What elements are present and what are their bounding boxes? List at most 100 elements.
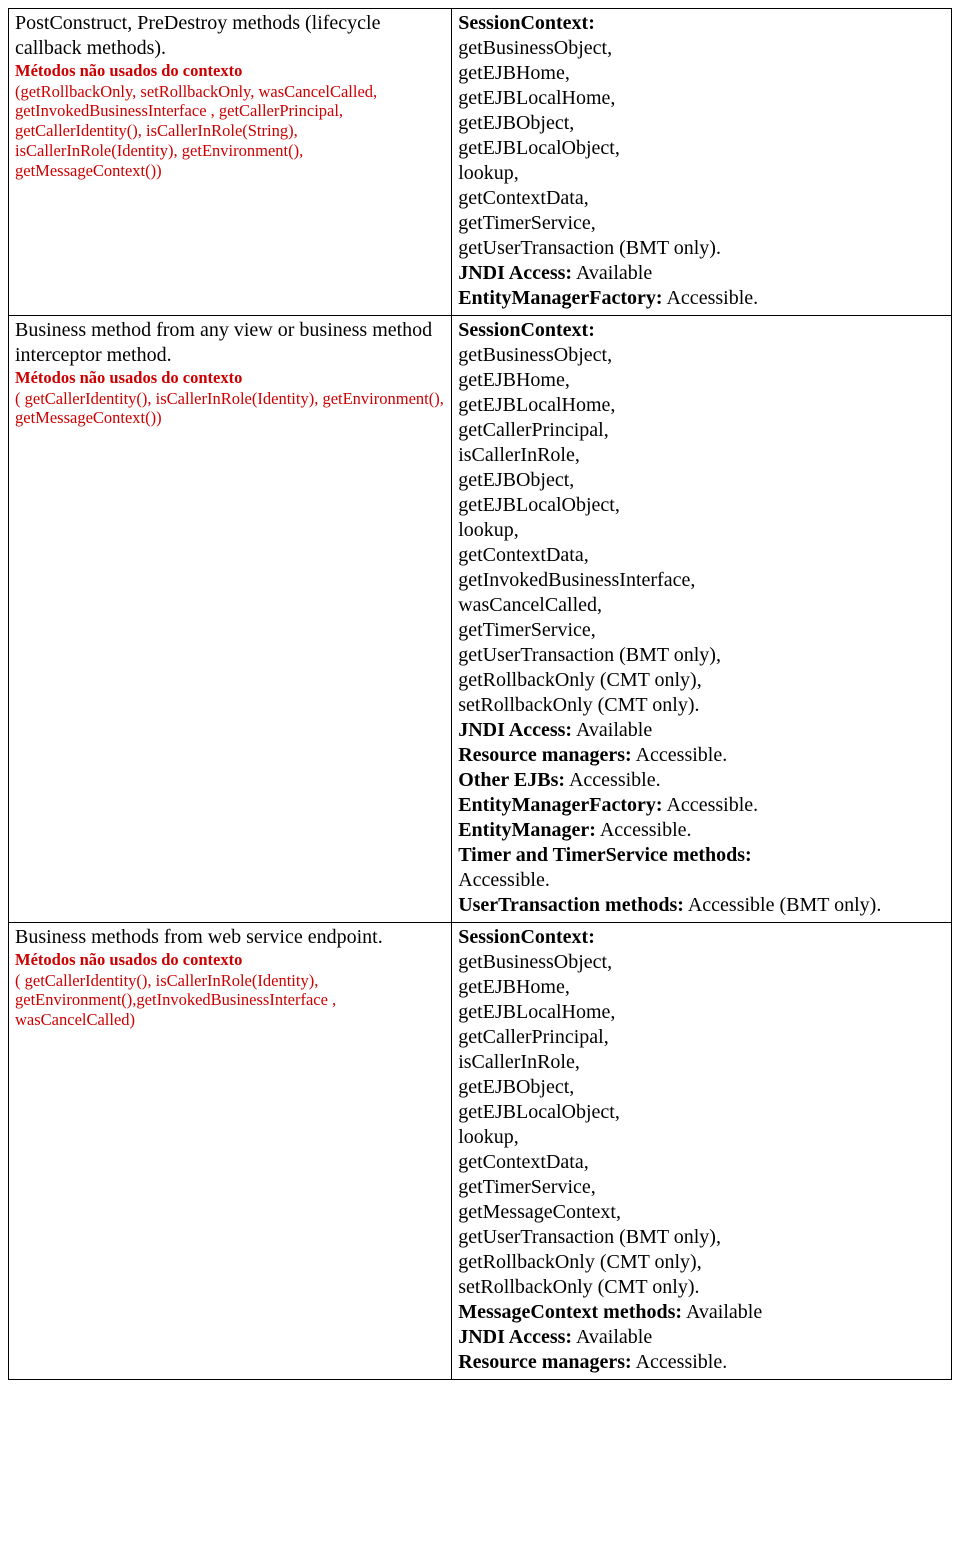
right-cell: SessionContext: getBusinessObject, getEJBH…: [452, 9, 952, 316]
table-row: PostConstruct, PreDestroy methods (lifec…: [9, 9, 952, 316]
right-cell: SessionContext:getBusinessObject,getEJBH…: [452, 316, 952, 923]
right-line-rest: getUserTransaction (BMT only),: [458, 644, 721, 666]
right-line-rest: lookup,: [458, 162, 519, 184]
red-title: Métodos não usados do contexto: [15, 950, 445, 971]
right-line-bold: Resource managers:: [458, 744, 631, 766]
red-body: (getRollbackOnly, setRollbackOnly, wasCa…: [15, 82, 445, 181]
right-line: getTimerService,: [458, 618, 945, 643]
right-line-rest: getRollbackOnly (CMT only),: [458, 669, 702, 691]
right-line-rest: getTimerService,: [458, 1176, 596, 1198]
right-line: EntityManager: Accessible.: [458, 818, 945, 843]
main-text: PostConstruct, PreDestroy methods (lifec…: [15, 11, 445, 61]
right-line: getEJBObject,: [458, 111, 945, 136]
right-line: getEJBLocalHome,: [458, 1000, 945, 1025]
right-line-rest: getEJBHome,: [458, 976, 570, 998]
right-line: SessionContext:: [458, 925, 945, 950]
right-line-rest: getEJBLocalObject,: [458, 1101, 620, 1123]
right-line-rest: Accessible.: [632, 744, 728, 766]
right-line-rest: Available: [572, 262, 652, 284]
right-line-bold: Resource managers:: [458, 1351, 631, 1373]
right-line-bold: JNDI Access:: [458, 1326, 572, 1348]
right-line: JNDI Access: Available: [458, 1325, 945, 1350]
right-line: JNDI Access: Available: [458, 718, 945, 743]
right-line-bold: EntityManagerFactory:: [458, 287, 662, 309]
right-line: UserTransaction methods: Accessible (BMT…: [458, 893, 945, 918]
main-text: Business method from any view or busines…: [15, 318, 445, 368]
right-line: getMessageContext,: [458, 1200, 945, 1225]
right-line-rest: getEJBLocalHome,: [458, 87, 615, 109]
right-line: isCallerInRole,: [458, 443, 945, 468]
right-line-rest: setRollbackOnly (CMT only).: [458, 694, 699, 716]
table-row: Business method from any view or busines…: [9, 316, 952, 923]
right-line: lookup,: [458, 1125, 945, 1150]
right-line: getEJBHome,: [458, 61, 945, 86]
right-line: EntityManagerFactory: Accessible.: [458, 793, 945, 818]
right-line-bold: SessionContext:: [458, 926, 595, 948]
right-line: getContextData,: [458, 543, 945, 568]
right-line-rest: getTimerService,: [458, 619, 596, 641]
right-line: JNDI Access: Available: [458, 261, 945, 286]
right-line: SessionContext:: [458, 318, 945, 343]
right-line: getTimerService,: [458, 211, 945, 236]
right-line-rest: lookup,: [458, 1126, 519, 1148]
right-line: getRollbackOnly (CMT only),: [458, 1250, 945, 1275]
right-line-bold: JNDI Access:: [458, 719, 572, 741]
right-line-bold: EntityManagerFactory:: [458, 794, 662, 816]
right-line: getEJBLocalHome,: [458, 86, 945, 111]
right-line-rest: getCallerPrincipal,: [458, 419, 609, 441]
right-line-rest: getEJBObject,: [458, 112, 574, 134]
right-line-bold: Timer and TimerService methods:: [458, 844, 752, 866]
right-line-rest: Available: [572, 1326, 652, 1348]
right-line: getBusinessObject,: [458, 343, 945, 368]
right-line-rest: getBusinessObject,: [458, 37, 612, 59]
right-line-rest: Available: [682, 1301, 762, 1323]
right-line-bold: SessionContext:: [458, 12, 595, 34]
right-line: getUserTransaction (BMT only),: [458, 1225, 945, 1250]
right-line-rest: getEJBHome,: [458, 62, 570, 84]
right-line: getRollbackOnly (CMT only),: [458, 668, 945, 693]
red-title: Métodos não usados do contexto: [15, 368, 445, 389]
right-line-rest: Accessible.: [632, 1351, 728, 1373]
lifecycle-table: PostConstruct, PreDestroy methods (lifec…: [8, 8, 952, 1380]
red-body: ( getCallerIdentity(), isCallerInRole(Id…: [15, 389, 445, 429]
right-line-rest: Accessible.: [458, 869, 550, 891]
right-line: setRollbackOnly (CMT only).: [458, 693, 945, 718]
right-line-rest: Accessible.: [565, 769, 661, 791]
right-line: lookup,: [458, 518, 945, 543]
right-line: getEJBHome,: [458, 975, 945, 1000]
right-line-rest: getEJBLocalObject,: [458, 494, 620, 516]
right-line: getUserTransaction (BMT only),: [458, 643, 945, 668]
right-line: getEJBHome,: [458, 368, 945, 393]
right-line-bold: MessageContext methods:: [458, 1301, 682, 1323]
right-line: MessageContext methods: Available: [458, 1300, 945, 1325]
right-line-rest: wasCancelCalled,: [458, 594, 602, 616]
right-line: getInvokedBusinessInterface,: [458, 568, 945, 593]
right-line-rest: getEJBLocalHome,: [458, 394, 615, 416]
right-line-rest: getMessageContext,: [458, 1201, 621, 1223]
right-line: wasCancelCalled,: [458, 593, 945, 618]
right-line: getContextData,: [458, 1150, 945, 1175]
right-line: getContextData,: [458, 186, 945, 211]
right-line-rest: Accessible.: [663, 287, 759, 309]
left-cell: PostConstruct, PreDestroy methods (lifec…: [9, 9, 452, 316]
right-line-rest: getContextData,: [458, 544, 589, 566]
red-body: ( getCallerIdentity(), isCallerInRole(Id…: [15, 971, 445, 1030]
right-line-rest: Accessible (BMT only).: [684, 894, 881, 916]
right-line-rest: getContextData,: [458, 1151, 589, 1173]
right-line: getEJBLocalObject,: [458, 136, 945, 161]
right-line-rest: isCallerInRole,: [458, 1051, 580, 1073]
right-line: SessionContext:: [458, 11, 945, 36]
right-line-bold: UserTransaction methods:: [458, 894, 684, 916]
right-line: Resource managers: Accessible.: [458, 743, 945, 768]
right-line-rest: getContextData,: [458, 187, 589, 209]
right-line: getEJBObject,: [458, 1075, 945, 1100]
right-line: EntityManagerFactory: Accessible.: [458, 286, 945, 311]
right-line: getCallerPrincipal,: [458, 418, 945, 443]
left-cell: Business method from any view or busines…: [9, 316, 452, 923]
right-line-bold: EntityManager:: [458, 819, 596, 841]
right-line: Other EJBs: Accessible.: [458, 768, 945, 793]
right-line-rest: getBusinessObject,: [458, 344, 612, 366]
right-line-rest: getEJBLocalHome,: [458, 1001, 615, 1023]
red-title: Métodos não usados do contexto: [15, 61, 445, 82]
right-line: Resource managers: Accessible.: [458, 1350, 945, 1375]
